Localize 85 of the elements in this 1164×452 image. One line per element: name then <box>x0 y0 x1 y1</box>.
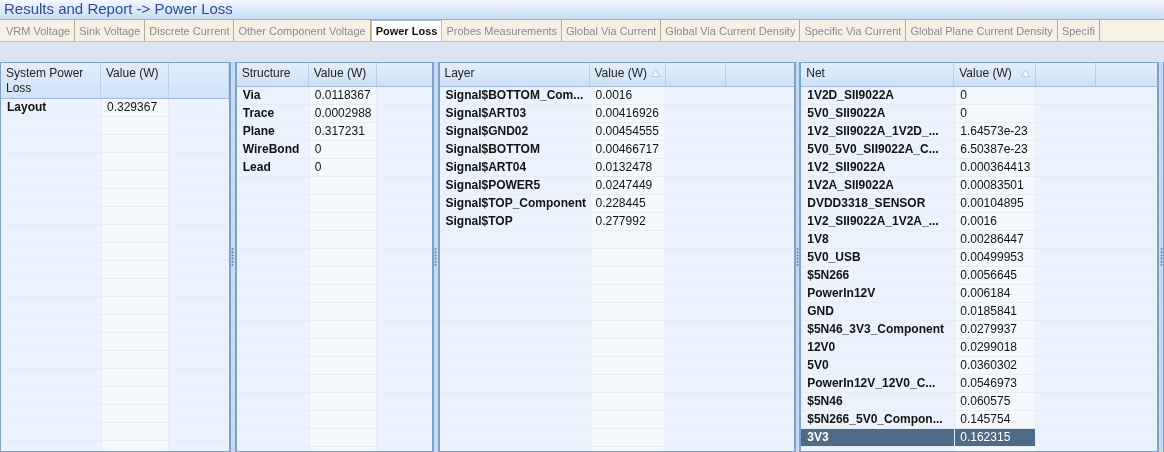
table-row[interactable]: 1V2_SII9022A_1V2A_... 0.0016 <box>801 213 1158 231</box>
tab[interactable]: Power Loss <box>370 20 443 41</box>
table-cell: 0.0247449 <box>589 177 666 194</box>
table-cell: 1.64573e-23 <box>954 123 1037 140</box>
column-header[interactable]: Net <box>801 63 955 86</box>
table-cell: 0.0002988 <box>308 105 377 122</box>
table-row[interactable]: PowerIn12V_12V0_C... 0.0546973 <box>801 375 1158 393</box>
table-row[interactable]: $5N266_5V0_Compon... 0.145754 <box>801 411 1158 429</box>
table-cell: 3V3 <box>801 429 955 446</box>
table-row[interactable]: 5V0_USB 0.00499953 <box>801 249 1158 267</box>
table-row[interactable]: Lead 0 <box>236 159 432 177</box>
window-title: Results and Report -> Power Loss <box>4 0 233 20</box>
column-header[interactable]: System Power Loss <box>1 63 101 98</box>
table-cell: 0 <box>954 105 1037 122</box>
table-cell: 6.50387e-23 <box>954 141 1037 158</box>
table-cell: 0.317231 <box>308 123 377 140</box>
table-row[interactable]: $5N46 0.060575 <box>801 393 1158 411</box>
table-cell: 0.329367 <box>101 99 169 116</box>
table-row[interactable]: GND 0.0185841 <box>801 303 1158 321</box>
table-cell: 0.162315 <box>954 429 1037 446</box>
table-cell: 0.006184 <box>954 285 1037 302</box>
sort-arrow-icon <box>1021 69 1031 77</box>
table-row[interactable]: Signal$TOP_Component 0.228445 <box>439 195 794 213</box>
table-cell: 0.00466717 <box>589 141 666 158</box>
table-cell: 0.0016 <box>589 87 666 104</box>
table-row[interactable]: 3V3 0.162315 <box>801 429 1158 447</box>
table-row[interactable]: Via 0.0118367 <box>236 87 432 105</box>
splitter-grip-icon[interactable] <box>434 247 438 267</box>
table-row[interactable]: PowerIn12V 0.006184 <box>801 285 1158 303</box>
table-cell: 0.00454555 <box>589 123 666 140</box>
table-row[interactable]: Plane 0.317231 <box>236 123 432 141</box>
splitter-grip-icon[interactable] <box>1159 247 1163 267</box>
table-cell: 0.228445 <box>589 195 666 212</box>
table-cell: 0.0016 <box>954 213 1037 230</box>
table-row[interactable]: Signal$TOP 0.277992 <box>439 213 794 231</box>
table-row[interactable]: Signal$BOTTOM_Com... 0.0016 <box>439 87 794 105</box>
table-cell: 0.0132478 <box>589 159 666 176</box>
column-header[interactable]: Value (W) <box>308 63 377 86</box>
table-row[interactable]: $5N266 0.0056645 <box>801 267 1158 285</box>
table-row[interactable]: WireBond 0 <box>236 141 432 159</box>
table-cell: 0.00499953 <box>954 249 1037 266</box>
table-cell: 0.0299018 <box>954 339 1037 356</box>
table-row[interactable]: 1V2D_SII9022A 0 <box>801 87 1158 105</box>
table-cell: 0 <box>308 141 377 158</box>
column-header[interactable]: Structure <box>236 63 309 86</box>
table-row[interactable]: 1V8 0.00286447 <box>801 231 1158 249</box>
table-cell: 0.0546973 <box>954 375 1037 392</box>
table-cell: 0.000364413 <box>954 159 1037 176</box>
splitter-grip-icon[interactable] <box>231 247 235 267</box>
table-cell: 0.145754 <box>954 411 1037 428</box>
table-cell: 0.0360302 <box>954 357 1037 374</box>
table-cell: 0 <box>954 87 1037 104</box>
sort-arrow-icon <box>650 69 660 77</box>
table-cell: 0.00104895 <box>954 195 1037 212</box>
table-cell: 0.00083501 <box>954 177 1037 194</box>
table-cell: 0.0279937 <box>954 321 1037 338</box>
table-row[interactable]: Layout 0.329367 <box>1 99 229 117</box>
table-row[interactable]: Signal$ART04 0.0132478 <box>439 159 794 177</box>
table-cell: 0.0118367 <box>308 87 377 104</box>
table-cell: 0.277992 <box>589 213 666 230</box>
table-cell: 0.0185841 <box>954 303 1037 320</box>
table-row[interactable]: 5V0_5V0_SII9022A_C... 6.50387e-23 <box>801 141 1158 159</box>
table-cell: 0.0056645 <box>954 267 1037 284</box>
table-cell: 0.060575 <box>954 393 1037 410</box>
table-row[interactable]: Signal$POWER5 0.0247449 <box>439 177 794 195</box>
table-row[interactable]: 1V2_SII9022A_1V2D_... 1.64573e-23 <box>801 123 1158 141</box>
table-row[interactable]: 1V2A_SII9022A 0.00083501 <box>801 177 1158 195</box>
table-row[interactable]: $5N46_3V3_Component 0.0279937 <box>801 321 1158 339</box>
table-row[interactable]: 1V2_SII9022A 0.000364413 <box>801 159 1158 177</box>
table-row[interactable]: Signal$ART03 0.00416926 <box>439 105 794 123</box>
table-row[interactable]: 12V0 0.0299018 <box>801 339 1158 357</box>
splitter-grip-icon[interactable] <box>795 247 799 267</box>
column-header[interactable]: Value (W) <box>101 63 169 98</box>
table-row[interactable]: DVDD3318_SENSOR 0.00104895 <box>801 195 1158 213</box>
table-cell: 0.00416926 <box>589 105 666 122</box>
column-header[interactable]: Value (W) <box>589 63 666 86</box>
table-row[interactable]: Trace 0.0002988 <box>236 105 432 123</box>
table-row[interactable]: Signal$BOTTOM 0.00466717 <box>439 141 794 159</box>
table-cell: 0 <box>308 159 377 176</box>
table-cell: 0.00286447 <box>954 231 1037 248</box>
table-row[interactable]: 5V0 0.0360302 <box>801 357 1158 375</box>
table-row[interactable]: 5V0_SII9022A 0 <box>801 105 1158 123</box>
table-row[interactable]: Signal$GND02 0.00454555 <box>439 123 794 141</box>
column-header[interactable]: Value (W) <box>954 63 1037 86</box>
column-header[interactable]: Layer <box>439 63 590 86</box>
